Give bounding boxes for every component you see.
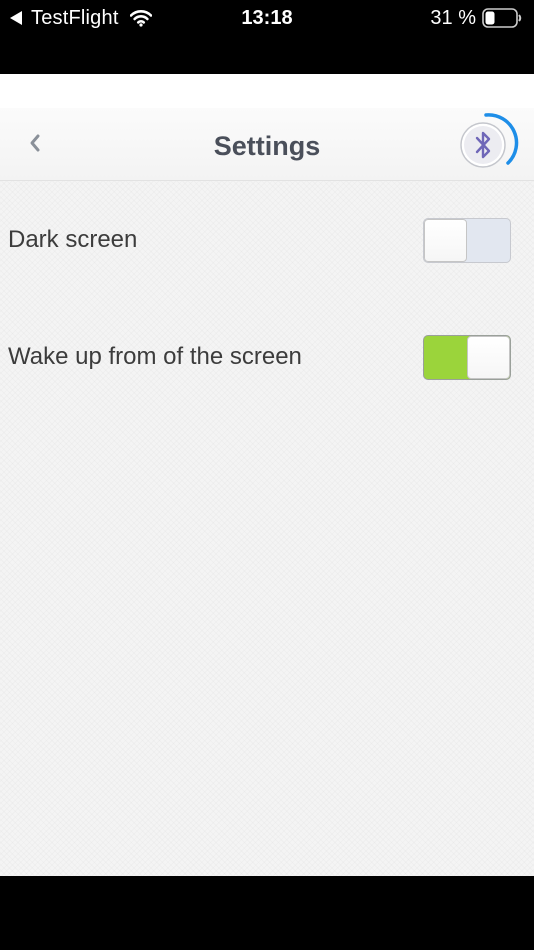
setting-label-wake-up-screen: Wake up from of the screen	[8, 343, 302, 370]
bluetooth-icon	[460, 113, 519, 168]
phone-screen: TestFlight 13:18 31 % Settings Dark scre…	[0, 0, 534, 950]
battery-icon	[482, 8, 522, 28]
battery-percentage: 31 %	[430, 7, 476, 29]
wake-up-screen-toggle[interactable]	[423, 335, 511, 380]
dark-screen-toggle[interactable]	[423, 218, 511, 263]
status-battery: 31 %	[430, 6, 522, 30]
setting-row-dark-screen: Dark screen	[0, 210, 534, 270]
status-bar: TestFlight 13:18 31 %	[0, 0, 534, 74]
app-content: Settings Dark screen Wake up from of the…	[0, 74, 534, 876]
toggle-knob	[424, 219, 467, 262]
battery-level-fill	[485, 11, 495, 25]
page-title: Settings	[213, 131, 321, 161]
setting-label-dark-screen: Dark screen	[8, 226, 138, 253]
header-strip	[0, 74, 534, 108]
toggle-knob	[467, 336, 510, 379]
nav-bar: Settings	[0, 108, 534, 181]
bottom-black-bar	[0, 876, 534, 950]
setting-row-wake-up-screen: Wake up from of the screen	[0, 327, 534, 387]
bluetooth-button[interactable]	[456, 111, 522, 177]
